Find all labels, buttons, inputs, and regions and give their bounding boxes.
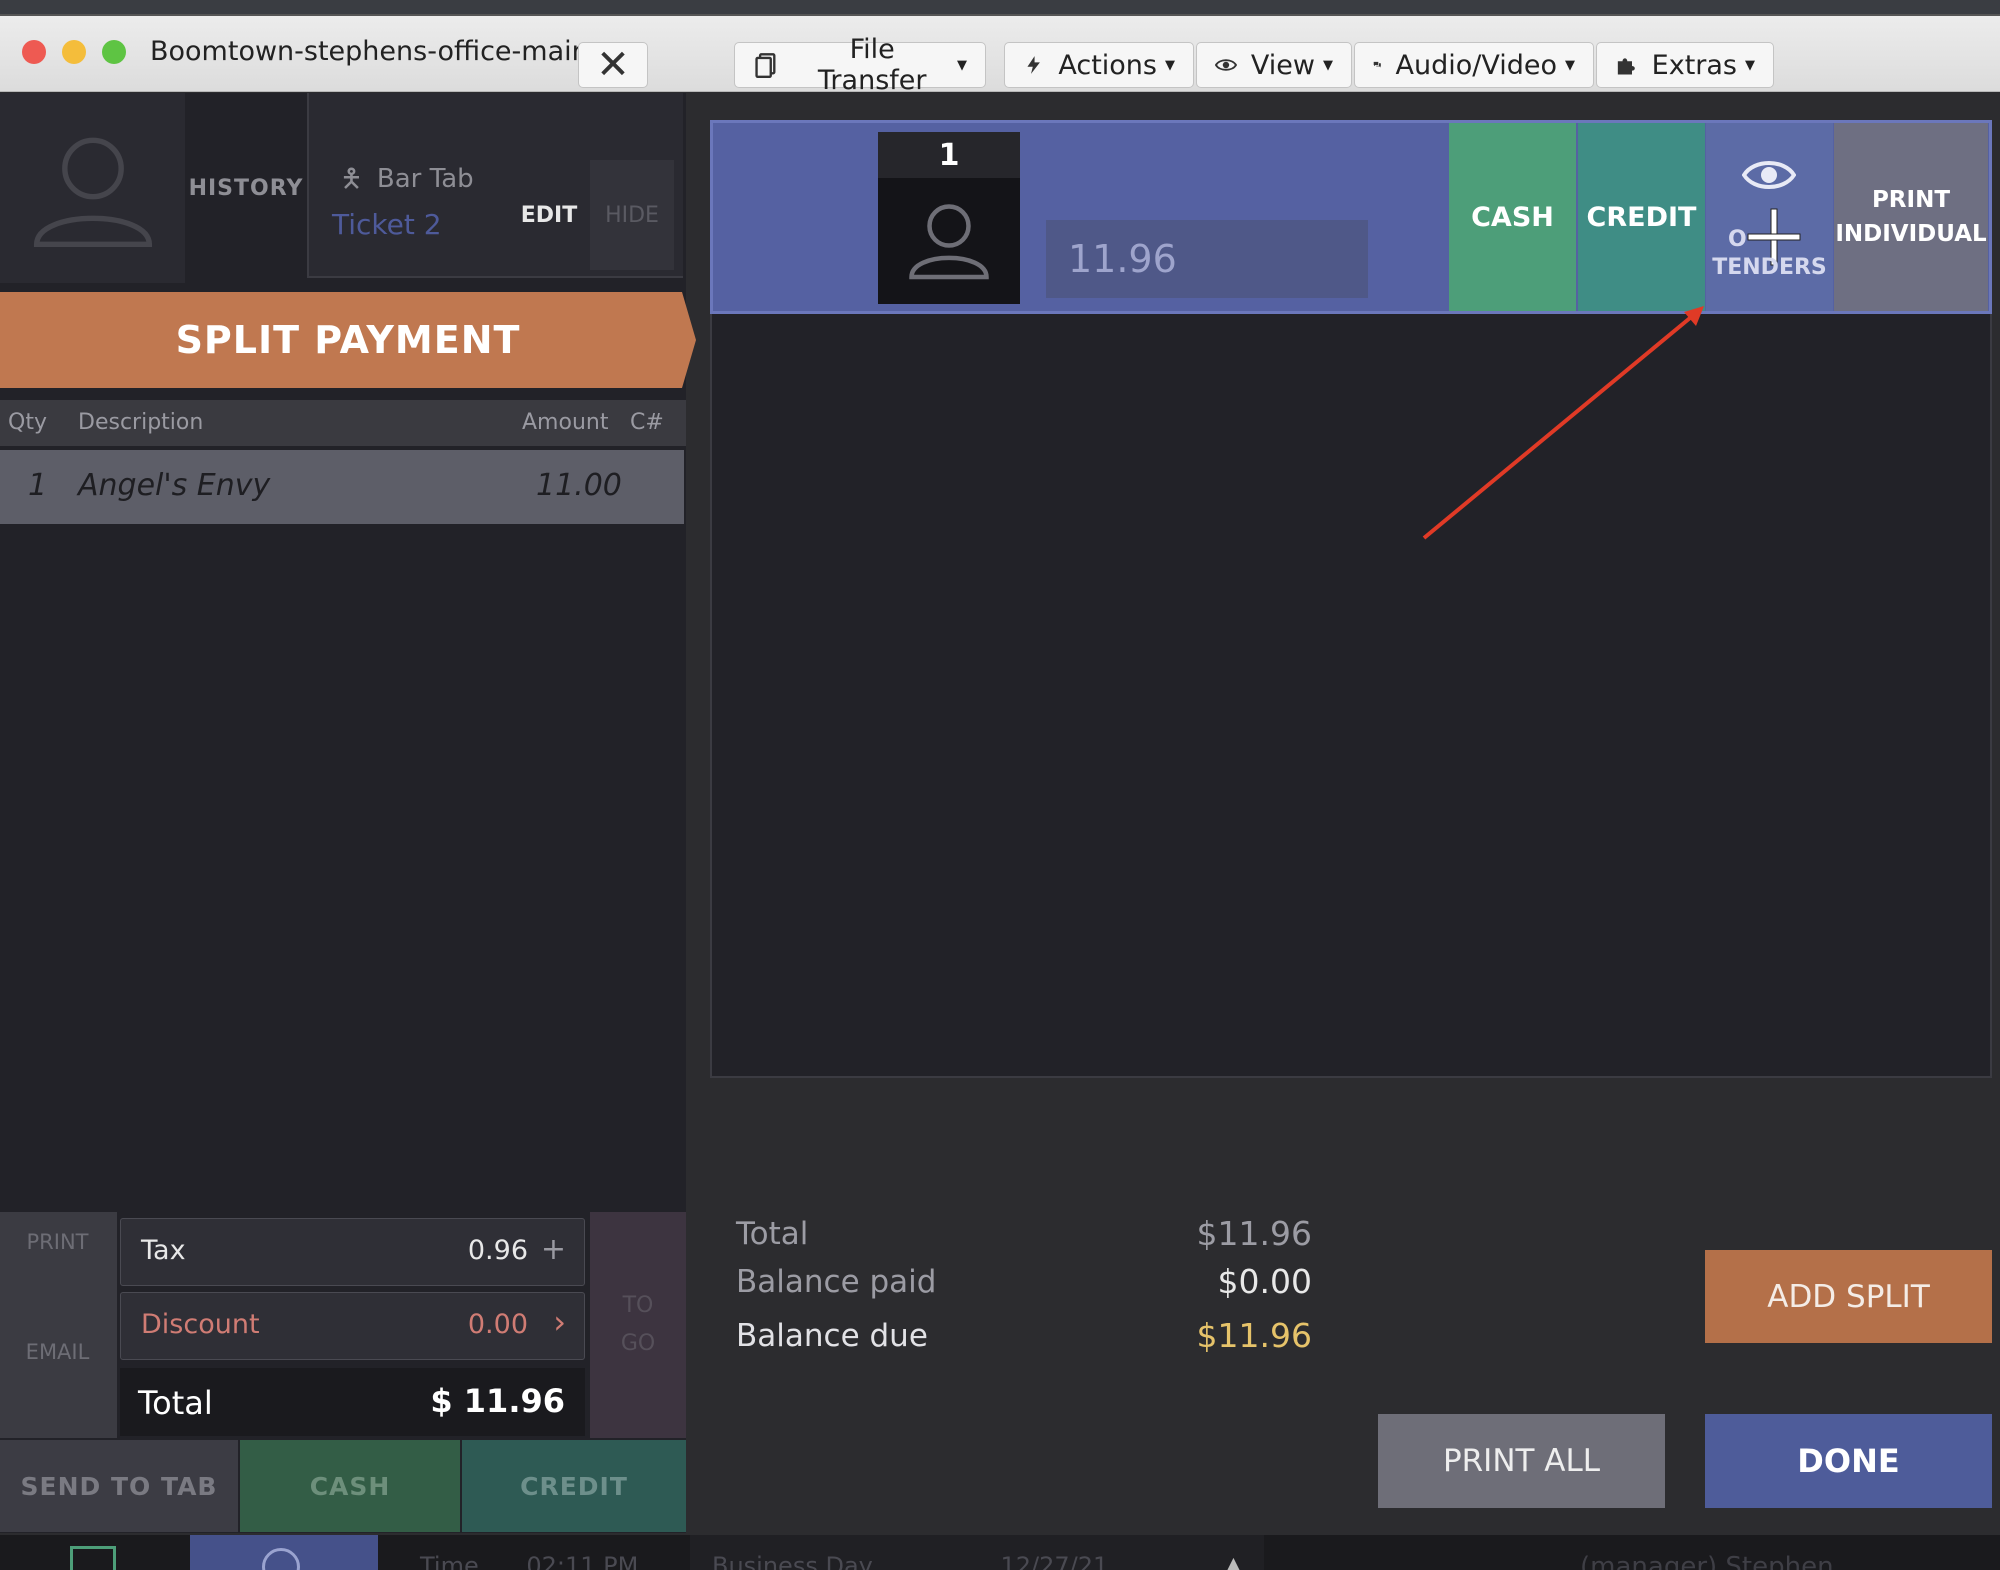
print-all-button[interactable]: PRINT ALL (1378, 1414, 1665, 1508)
chevron-up-icon[interactable]: ▲ (1225, 1553, 1242, 1570)
balance-due-value: $11.96 (1196, 1316, 1312, 1355)
time-value: 02:11 PM (526, 1552, 639, 1570)
annotation-arrow (1422, 306, 1704, 540)
business-day-value: 12/27/21 (1000, 1552, 1109, 1570)
register-icon[interactable] (70, 1546, 116, 1570)
done-button[interactable]: DONE (1705, 1414, 1992, 1508)
add-split-button[interactable]: ADD SPLIT (1705, 1250, 1992, 1343)
balance-paid-label: Balance paid (736, 1264, 937, 1300)
balance-paid-value: $0.00 (1217, 1262, 1312, 1301)
business-day-label: Business Day (712, 1552, 873, 1570)
summary-total-value: $11.96 (1196, 1214, 1312, 1253)
balance-due-label: Balance due (736, 1318, 928, 1354)
status-time: Time 02:11 PM (420, 1552, 638, 1570)
status-business-day: Business Day 12/27/21 (712, 1552, 1108, 1570)
time-label: Time (420, 1552, 479, 1570)
summary-total-label: Total (736, 1216, 809, 1252)
status-user: (manager) Stephen (1580, 1552, 1834, 1570)
